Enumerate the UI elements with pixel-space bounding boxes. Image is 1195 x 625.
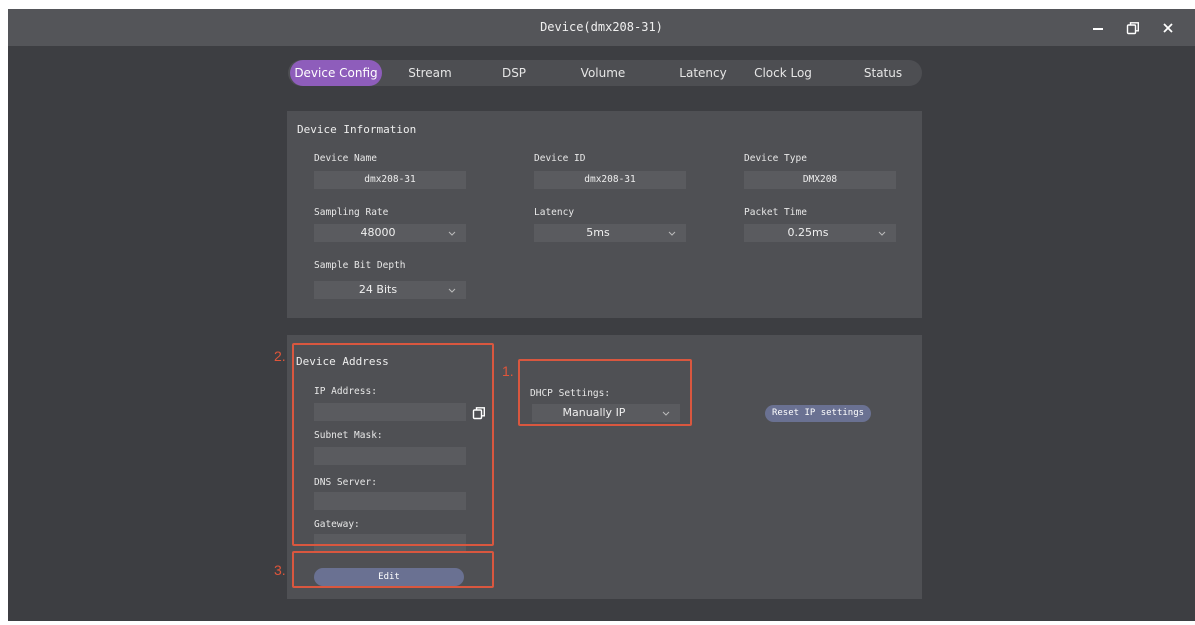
restore-icon[interactable] xyxy=(1120,9,1146,46)
chevron-down-icon xyxy=(448,281,456,299)
window-title: Device(dmx208-31) xyxy=(540,20,663,34)
device-window: Device(dmx208-31) Device Config Stream D… xyxy=(8,9,1195,621)
device-type-field[interactable]: DMX208 xyxy=(744,171,896,189)
tab-status[interactable]: Status xyxy=(853,60,913,86)
tab-volume[interactable]: Volume xyxy=(568,60,638,86)
device-information-panel: Device Information Device Name dmx208-31… xyxy=(287,111,922,318)
bit-depth-select[interactable]: 24 Bits xyxy=(314,281,466,299)
sampling-rate-select[interactable]: 48000 xyxy=(314,224,466,242)
device-information-title: Device Information xyxy=(297,123,417,136)
annotation-number-2: 2. xyxy=(274,348,286,364)
device-id-label: Device ID xyxy=(534,153,586,164)
highlight-box-2 xyxy=(292,343,494,546)
bit-depth-value: 24 Bits xyxy=(358,283,398,296)
latency-value: 5ms xyxy=(586,226,610,239)
device-type-label: Device Type xyxy=(744,153,807,164)
highlight-box-1 xyxy=(518,359,692,426)
packet-time-label: Packet Time xyxy=(744,207,807,218)
sampling-rate-label: Sampling Rate xyxy=(314,207,389,218)
annotation-number-1: 1. xyxy=(502,363,514,379)
tab-clock-log[interactable]: Clock Log xyxy=(743,60,823,86)
tab-bar: Device Config Stream DSP Volume Latency … xyxy=(288,60,922,86)
device-id-field[interactable]: dmx208-31 xyxy=(534,171,686,189)
sampling-rate-value: 48000 xyxy=(360,226,396,239)
reset-ip-settings-button[interactable]: Reset IP settings xyxy=(765,405,871,422)
bit-depth-label: Sample Bit Depth xyxy=(314,260,406,271)
packet-time-select[interactable]: 0.25ms xyxy=(744,224,896,242)
close-icon[interactable] xyxy=(1155,9,1181,46)
device-name-label: Device Name xyxy=(314,153,377,164)
chevron-down-icon xyxy=(668,224,676,242)
title-bar: Device(dmx208-31) xyxy=(8,9,1195,46)
tab-device-config[interactable]: Device Config xyxy=(290,60,382,86)
device-name-field[interactable]: dmx208-31 xyxy=(314,171,466,189)
annotation-number-3: 3. xyxy=(274,562,286,578)
latency-select[interactable]: 5ms xyxy=(534,224,686,242)
minimize-icon[interactable] xyxy=(1085,9,1111,46)
tab-dsp[interactable]: DSP xyxy=(494,60,534,86)
chevron-down-icon xyxy=(448,224,456,242)
tab-latency[interactable]: Latency xyxy=(668,60,738,86)
highlight-box-3 xyxy=(292,551,494,588)
chevron-down-icon xyxy=(878,224,886,242)
latency-label: Latency xyxy=(534,207,575,218)
tab-stream[interactable]: Stream xyxy=(400,60,460,86)
packet-time-value: 0.25ms xyxy=(787,226,829,239)
